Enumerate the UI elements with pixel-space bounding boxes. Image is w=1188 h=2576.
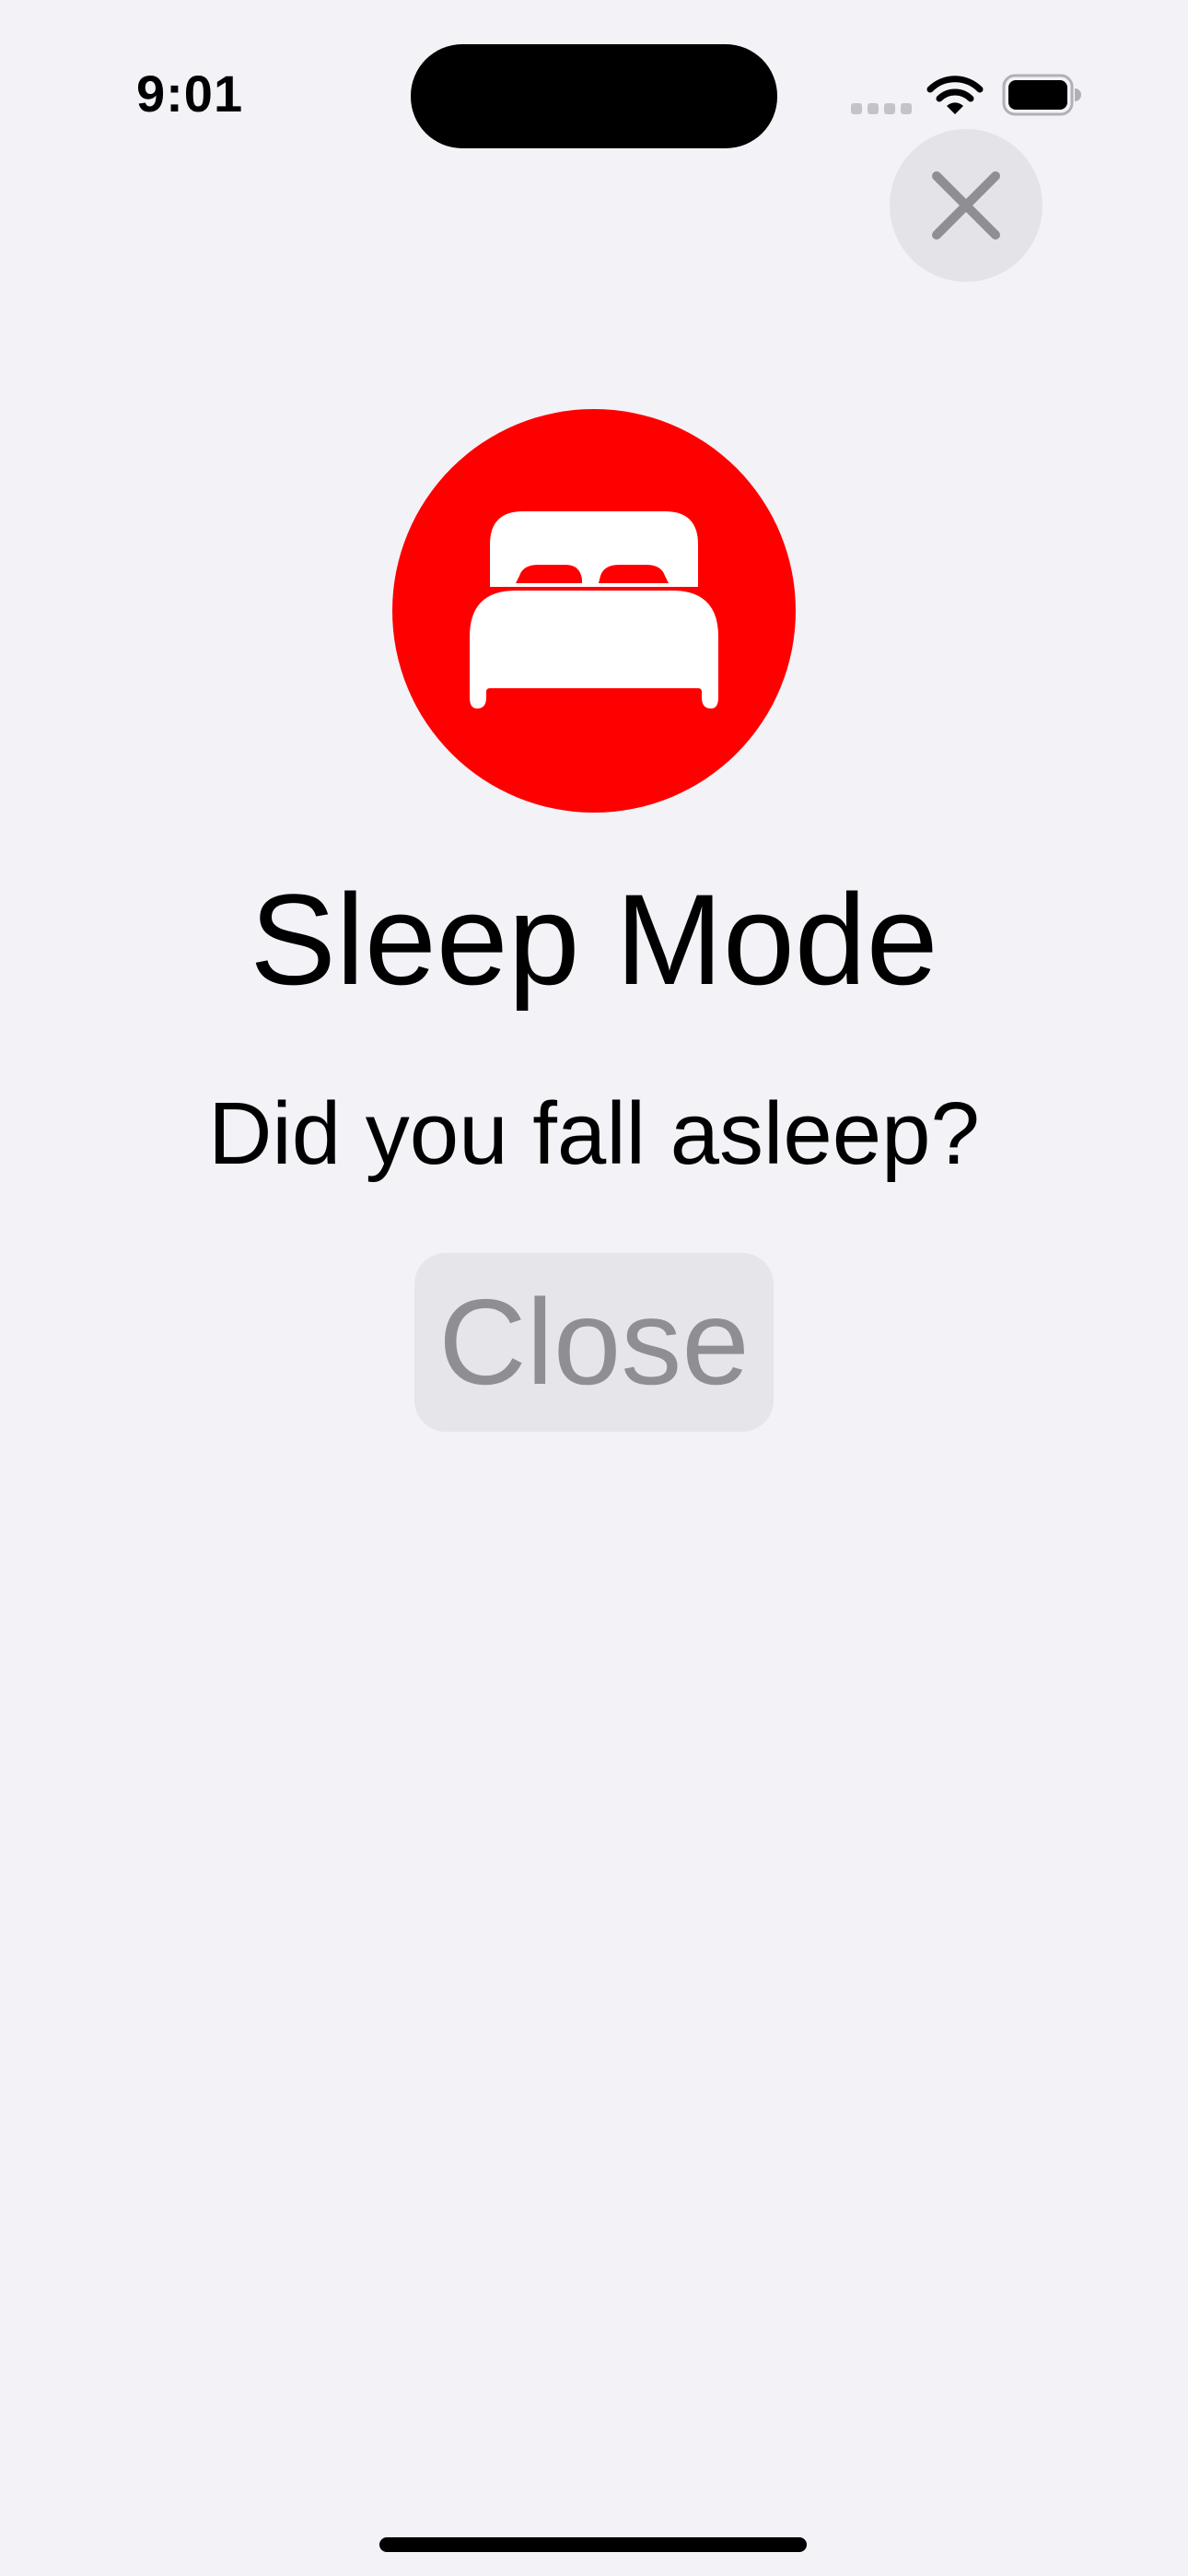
close-button[interactable]: Close xyxy=(414,1253,774,1432)
battery-icon xyxy=(1002,74,1081,116)
sleep-question: Did you fall asleep? xyxy=(208,1084,980,1183)
status-time: 9:01 xyxy=(136,64,244,123)
dismiss-button[interactable] xyxy=(890,129,1042,282)
wifi-icon xyxy=(926,76,984,114)
close-icon xyxy=(932,171,1000,240)
cellular-signal-icon xyxy=(851,100,912,118)
sleep-mode-badge xyxy=(392,409,796,813)
bed-icon xyxy=(470,511,718,708)
page-title: Sleep Mode xyxy=(250,867,938,1012)
status-bar: 9:01 xyxy=(0,0,1188,148)
home-indicator[interactable] xyxy=(379,2537,807,2552)
dynamic-island xyxy=(411,44,777,148)
